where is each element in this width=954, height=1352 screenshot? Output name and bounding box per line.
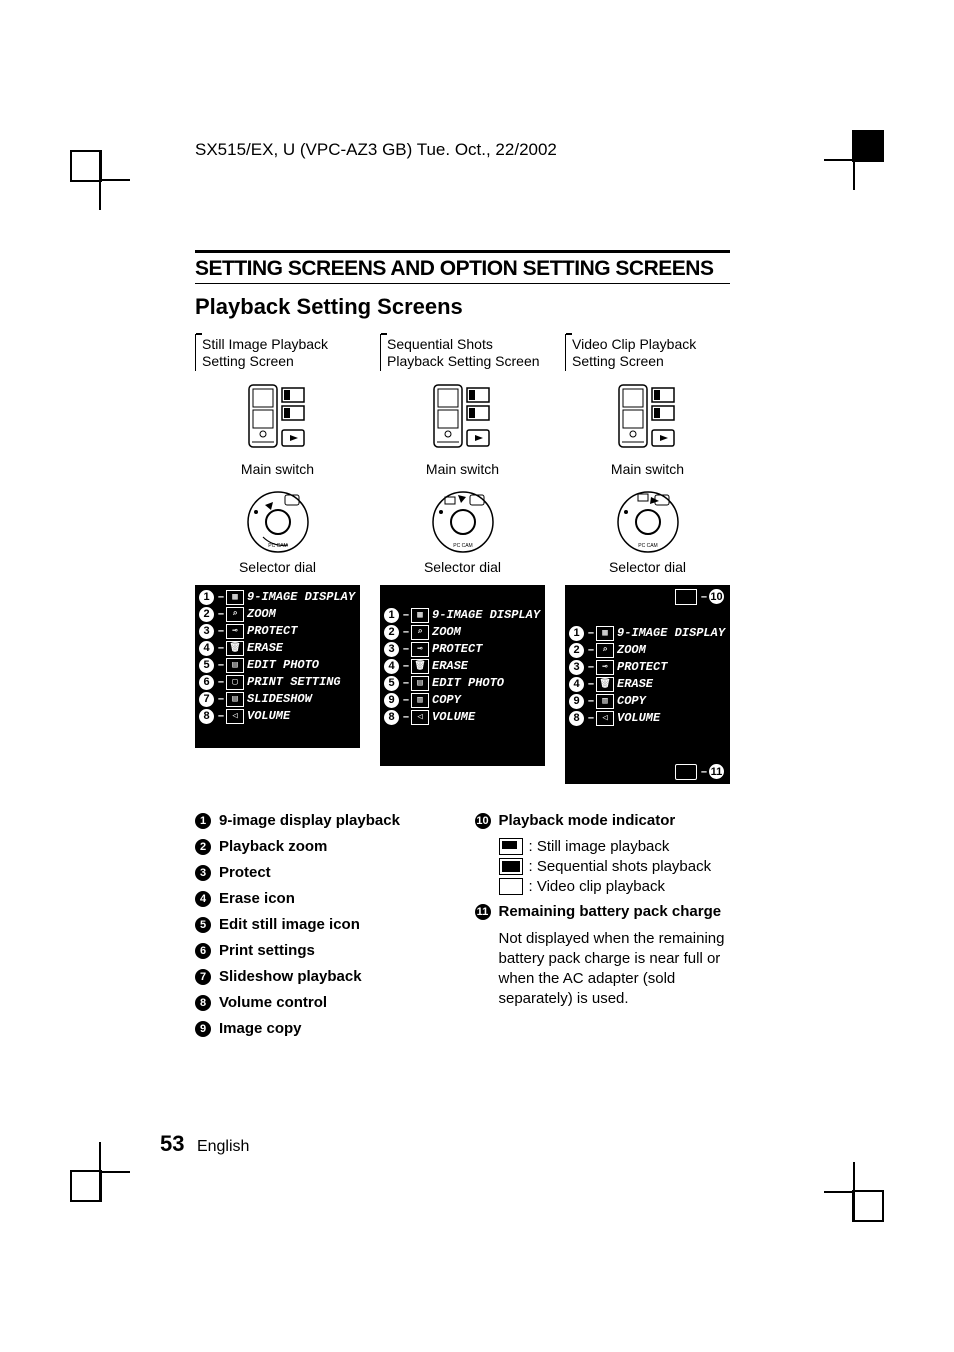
diagram-row: Still Image Playback Setting Screen — [195, 334, 730, 784]
page: SX515/EX, U (VPC-AZ3 GB) Tue. Oct., 22/2… — [0, 0, 954, 1352]
col-still-image: Still Image Playback Setting Screen — [195, 334, 360, 784]
svg-text:PC CAM: PC CAM — [268, 543, 287, 549]
mode-indicator-icon: –10 — [675, 589, 726, 605]
crop-mark-tl — [70, 150, 130, 210]
selector-dial-label: Selector dial — [195, 559, 360, 575]
main-switch-icon — [433, 384, 493, 452]
sub-title: Playback Setting Screens — [195, 294, 730, 320]
crop-mark-br — [824, 1162, 884, 1222]
legend-left: 19-image display playback 2Playback zoom… — [195, 812, 451, 1046]
legend: 19-image display playback 2Playback zoom… — [195, 812, 730, 1046]
selector-dial-icon: PC CAM — [195, 487, 360, 557]
selector-dial-label: Selector dial — [565, 559, 730, 575]
page-footer: 53 English — [160, 1131, 249, 1157]
legend-right: 10Playback mode indicator : Still image … — [475, 812, 731, 1046]
main-switch-icon — [248, 384, 308, 452]
selector-dial-label: Selector dial — [380, 559, 545, 575]
selector-dial-icon: PC CAM — [565, 487, 730, 557]
content-area: SX515/EX, U (VPC-AZ3 GB) Tue. Oct., 22/2… — [195, 140, 730, 1046]
main-switch-label: Main switch — [195, 461, 360, 477]
lcd-screen-sequential: 1–▦9-IMAGE DISPLAY 2–⌕ZOOM 3–⊸PROTECT 4–… — [380, 585, 545, 766]
battery-indicator-icon: –11 — [675, 764, 726, 780]
page-number: 53 — [160, 1131, 184, 1156]
legend-battery: 11Remaining battery pack charge — [475, 903, 731, 920]
col-label: Video Clip Playback Setting Screen — [565, 334, 730, 371]
section-title: SETTING SCREENS AND OPTION SETTING SCREE… — [195, 257, 730, 281]
mode-video-icon: : Video clip playback — [499, 878, 731, 895]
crop-mark-tr — [824, 130, 884, 190]
legend-battery-body: Not displayed when the remaining battery… — [499, 929, 731, 1010]
main-switch-label: Main switch — [380, 461, 545, 477]
lcd-screen-still: 1–▦9-IMAGE DISPLAY 2–⌕ZOOM 3–⊸PROTECT 4–… — [195, 585, 360, 748]
mode-still-icon: : Still image playback — [499, 838, 731, 855]
mode-sequential-icon: : Sequential shots playback — [499, 858, 731, 875]
lcd-screen-video: –10 1–▦9-IMAGE DISPLAY 2–⌕ZOOM 3–⊸PROTEC… — [565, 585, 730, 784]
page-language: English — [197, 1138, 249, 1155]
svg-text:PC CAM: PC CAM — [638, 543, 657, 549]
col-video: Video Clip Playback Setting Screen — [565, 334, 730, 784]
col-label: Still Image Playback Setting Screen — [195, 334, 360, 371]
main-switch-label: Main switch — [565, 461, 730, 477]
col-sequential: Sequential Shots Playback Setting Screen — [380, 334, 545, 784]
doc-header: SX515/EX, U (VPC-AZ3 GB) Tue. Oct., 22/2… — [195, 140, 730, 160]
crop-mark-bl — [70, 1142, 130, 1202]
selector-dial-icon: PC CAM — [380, 487, 545, 557]
svg-text:PC CAM: PC CAM — [453, 543, 472, 549]
legend-playback-mode: 10Playback mode indicator — [475, 812, 731, 829]
main-switch-icon — [618, 384, 678, 452]
col-label: Sequential Shots Playback Setting Screen — [380, 334, 545, 371]
